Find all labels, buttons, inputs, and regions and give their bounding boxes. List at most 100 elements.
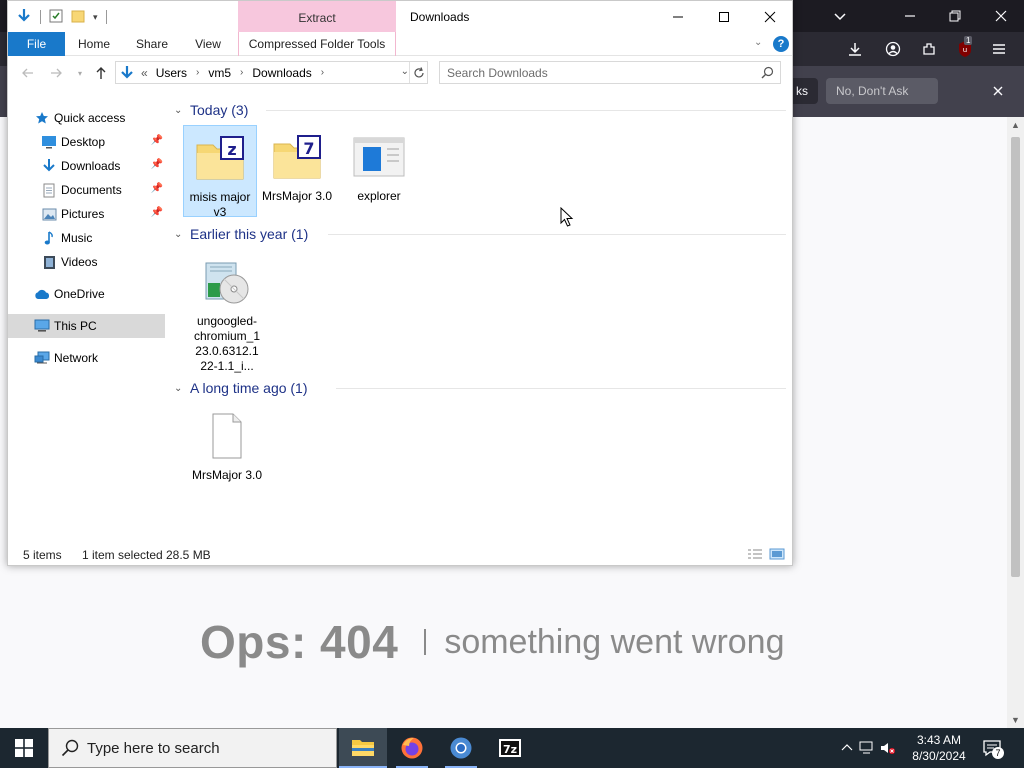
group-header-earlier-this-year[interactable]: ⌄ Earlier this year (1) <box>174 224 786 244</box>
taskbar-firefox[interactable] <box>388 728 436 768</box>
breadcrumb-overflow[interactable]: « <box>141 66 148 80</box>
details-view-icon[interactable] <box>747 547 763 561</box>
breadcrumb-vm5[interactable]: vm5 <box>208 66 231 80</box>
file-item[interactable]: z misis major v3 <box>183 125 257 219</box>
breadcrumb-chevron-icon[interactable]: › <box>321 67 324 78</box>
qat-dropdown-icon[interactable]: ▾ <box>93 12 98 23</box>
minimize-button[interactable] <box>655 1 701 32</box>
scroll-down-icon[interactable]: ▼ <box>1010 715 1021 725</box>
notification-close-icon[interactable] <box>990 83 1006 99</box>
pin-icon[interactable]: 📌 <box>151 207 163 218</box>
group-header-today[interactable]: ⌄ Today (3) <box>174 100 786 120</box>
address-bar[interactable]: « Users › vm5 › Downloads › ⌄ <box>115 61 428 84</box>
large-icons-view-icon[interactable] <box>769 547 785 561</box>
window-title: Downloads <box>410 10 470 24</box>
nav-music[interactable]: Music <box>8 226 165 250</box>
tab-file[interactable]: File <box>8 32 65 56</box>
breadcrumb-downloads[interactable]: Downloads <box>252 66 311 80</box>
account-icon[interactable] <box>884 41 902 57</box>
file-item[interactable]: 7 MrsMajor 3.0 <box>260 125 334 217</box>
nav-videos[interactable]: Videos <box>8 250 165 274</box>
pin-icon[interactable]: 📌 <box>151 183 163 194</box>
breadcrumb-users[interactable]: Users <box>156 66 187 80</box>
collapse-chevron-icon[interactable]: ⌄ <box>174 229 184 240</box>
download-arrow-icon[interactable] <box>16 8 32 27</box>
volume-muted-icon[interactable] <box>878 741 898 755</box>
document-icon <box>41 182 57 198</box>
group-divider <box>328 234 786 235</box>
notification-center-button[interactable]: 7 <box>982 728 1004 768</box>
notification-dismiss-button[interactable]: No, Don't Ask <box>826 78 938 104</box>
recent-locations-icon[interactable]: ▾ <box>72 65 88 81</box>
expand-ribbon-icon[interactable]: ⌄ <box>754 37 762 48</box>
group-header-long-time-ago[interactable]: ⌄ A long time ago (1) <box>174 378 786 398</box>
taskbar-file-explorer[interactable] <box>339 728 387 768</box>
extract-context-tab[interactable]: Extract <box>238 1 396 32</box>
downloads-icon[interactable] <box>846 41 864 57</box>
collapse-chevron-icon[interactable]: ⌄ <box>174 383 184 394</box>
app-menu-icon[interactable] <box>990 41 1008 57</box>
scroll-thumb[interactable] <box>1011 137 1020 577</box>
taskbar-clock[interactable]: 3:43 AM 8/30/2024 <box>908 732 970 764</box>
search-icon[interactable] <box>761 66 774 82</box>
nav-this-pc[interactable]: This PC <box>8 314 165 338</box>
nav-desktop[interactable]: Desktop 📌 <box>8 130 165 154</box>
breadcrumb-chevron-icon[interactable]: › <box>196 67 199 78</box>
taskbar-7zip[interactable]: 7z <box>486 728 534 768</box>
up-arrow-icon[interactable] <box>93 65 109 81</box>
show-hidden-icons-icon[interactable] <box>838 741 856 755</box>
refresh-icon[interactable] <box>409 62 427 83</box>
properties-icon[interactable] <box>49 9 63 26</box>
network-icon <box>34 350 50 366</box>
ribbon-tabs: File Home Share View Compressed Folder T… <box>8 32 792 56</box>
file-item[interactable]: MrsMajor 3.0 <box>190 404 264 496</box>
browser-scrollbar[interactable]: ▲ ▼ <box>1007 117 1024 728</box>
nav-quick-access[interactable]: Quick access <box>8 106 165 130</box>
scroll-up-icon[interactable]: ▲ <box>1010 120 1021 130</box>
nav-label: Pictures <box>61 207 105 221</box>
browser-restore-icon[interactable] <box>943 8 967 24</box>
tab-list-chevron-icon[interactable] <box>826 8 854 24</box>
extensions-icon[interactable] <box>920 41 938 57</box>
taskbar-chromium[interactable] <box>437 728 485 768</box>
new-folder-icon[interactable] <box>71 9 85 26</box>
pin-icon[interactable]: 📌 <box>151 159 163 170</box>
pin-icon[interactable]: 📌 <box>151 135 163 146</box>
clock-time: 3:43 AM <box>916 733 962 747</box>
nav-onedrive[interactable]: OneDrive <box>8 282 165 306</box>
nav-documents[interactable]: Documents 📌 <box>8 178 165 202</box>
file-item[interactable]: explorer <box>342 125 416 217</box>
start-button[interactable] <box>0 728 48 768</box>
computer-icon <box>34 318 50 334</box>
nav-pictures[interactable]: Pictures 📌 <box>8 202 165 226</box>
collapse-chevron-icon[interactable]: ⌄ <box>174 105 184 116</box>
search-box[interactable] <box>439 61 781 84</box>
address-dropdown-icon[interactable]: ⌄ <box>401 66 409 77</box>
forward-arrow-icon[interactable] <box>48 65 64 81</box>
windows-logo-icon <box>15 739 33 757</box>
svg-text:7: 7 <box>303 139 314 158</box>
browser-minimize-icon[interactable] <box>898 8 922 24</box>
close-button[interactable] <box>747 1 792 32</box>
qat-separator <box>40 10 41 24</box>
system-tray <box>838 728 898 768</box>
nav-network[interactable]: Network <box>8 346 165 370</box>
back-arrow-icon[interactable] <box>20 65 36 81</box>
taskbar-search-box[interactable]: Type here to search <box>48 728 337 768</box>
file-item[interactable]: ungoogled-chromium_123.0.6312.122-1.1_i.… <box>190 250 264 373</box>
ublock-origin-icon[interactable]: u 1 <box>955 36 975 60</box>
folder-icon <box>352 740 374 756</box>
help-icon[interactable]: ? <box>773 36 789 52</box>
tab-compressed-folder-tools[interactable]: Compressed Folder Tools <box>238 32 396 56</box>
firefox-icon <box>401 737 423 759</box>
search-input[interactable] <box>440 65 740 80</box>
maximize-button[interactable] <box>701 1 747 32</box>
browser-close-icon[interactable] <box>989 8 1013 24</box>
tab-share[interactable]: Share <box>128 32 176 56</box>
file-list: ⌄ Today (3) z misis major v3 7 MrsMajor … <box>172 100 792 530</box>
tab-home[interactable]: Home <box>70 32 118 56</box>
network-status-icon[interactable] <box>856 741 878 755</box>
tab-view[interactable]: View <box>186 32 230 56</box>
nav-downloads[interactable]: Downloads 📌 <box>8 154 165 178</box>
breadcrumb-chevron-icon[interactable]: › <box>240 67 243 78</box>
